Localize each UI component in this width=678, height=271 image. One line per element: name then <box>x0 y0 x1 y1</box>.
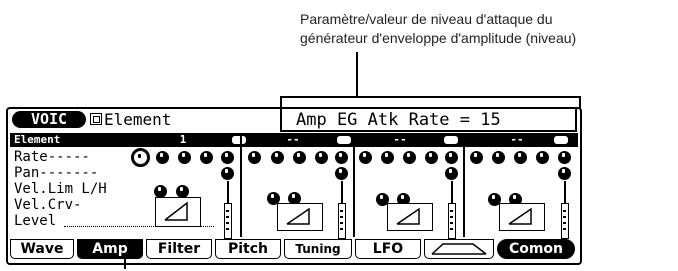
rate-knob[interactable] <box>359 151 372 164</box>
element-row-label: Element <box>14 133 61 146</box>
rate-knob[interactable] <box>178 151 191 164</box>
tab-pitch[interactable]: Pitch <box>215 239 281 259</box>
rate-knob[interactable] <box>558 151 571 164</box>
tab-wave[interactable]: Wave <box>10 239 74 259</box>
lcd-screen: VOIC Element Amp EG Atk Rate = 15 Elemen… <box>6 107 582 265</box>
rate-knob[interactable] <box>248 151 261 164</box>
annotation-line-1: Paramètre/valeur de niveau d'attaque du <box>300 11 553 27</box>
annotation-text: Paramètre/valeur de niveau d'attaque du … <box>300 10 670 48</box>
element-switch-3[interactable] <box>444 136 458 144</box>
slider-stem <box>564 181 566 203</box>
column-divider-2 <box>353 133 355 237</box>
pan-knob[interactable] <box>221 167 234 180</box>
element-switch-1[interactable] <box>232 136 246 144</box>
element-number-1: 1 <box>179 133 187 146</box>
mode-badge: VOIC <box>12 111 86 128</box>
rate-knob[interactable] <box>335 151 348 164</box>
rate-knob[interactable] <box>445 151 458 164</box>
rate-knob[interactable] <box>271 151 284 164</box>
level-slider[interactable] <box>224 203 232 239</box>
slider-stem <box>451 181 453 203</box>
pan-knob[interactable] <box>335 167 348 180</box>
element-number-4: -- <box>510 133 524 146</box>
level-slider[interactable] <box>448 203 456 239</box>
row-label-rate: Rate----- <box>14 149 90 165</box>
rate-knob[interactable] <box>514 151 527 164</box>
element-switch-2[interactable] <box>337 136 351 144</box>
rate-knob[interactable] <box>221 151 234 164</box>
tab-lfo[interactable]: LFO <box>355 239 421 259</box>
rate-knob[interactable] <box>381 151 394 164</box>
level-slider[interactable] <box>338 203 346 239</box>
element-number-2: -- <box>286 133 300 146</box>
annotation-line-2: générateur d'enveloppe d'amplitude (nive… <box>300 30 577 46</box>
annotation-bracket-right <box>579 96 581 108</box>
tab-bar: Wave Amp Filter Pitch Tuning LFO Comon <box>8 239 580 261</box>
tab-tuning[interactable]: Tuning <box>284 239 352 259</box>
rate-knob-selected[interactable] <box>131 148 150 167</box>
element-switch-4[interactable] <box>554 136 568 144</box>
row-label-vel-lim: Vel.Lim L/H <box>14 181 107 197</box>
slider-stem <box>227 181 229 203</box>
rate-knob[interactable] <box>200 151 213 164</box>
level-slider[interactable] <box>561 203 569 239</box>
screen-title: Element <box>104 110 172 129</box>
rate-knob[interactable] <box>536 151 549 164</box>
tab-filter[interactable]: Filter <box>146 239 212 259</box>
tab-envelope-shape[interactable] <box>424 239 494 259</box>
envelope-shape-icon <box>431 243 487 255</box>
pan-knob[interactable] <box>558 167 571 180</box>
row-label-level: Level <box>14 213 57 229</box>
tab-amp[interactable]: Amp <box>77 239 143 259</box>
parameter-display: Amp EG Atk Rate = 15 <box>280 109 577 132</box>
rate-knob[interactable] <box>293 151 306 164</box>
slider-stem <box>341 181 343 203</box>
row-label-vel-crv: Vel.Crv- <box>14 197 82 213</box>
tab-common[interactable]: Comon <box>497 239 575 259</box>
rate-knob[interactable] <box>315 151 328 164</box>
rate-knob[interactable] <box>425 151 438 164</box>
element-number-3: -- <box>393 133 407 146</box>
rate-knob[interactable] <box>470 151 483 164</box>
vel-curve-icon <box>396 207 420 225</box>
element-row: Element 1 -- -- -- <box>10 133 578 147</box>
annotation-leader-line <box>356 52 358 97</box>
rate-knob[interactable] <box>156 151 169 164</box>
pointer-line <box>124 255 126 269</box>
column-divider-3 <box>463 133 465 237</box>
pan-knob[interactable] <box>445 167 458 180</box>
column-divider-1 <box>240 133 242 237</box>
vel-curve-icon <box>286 207 310 225</box>
vel-curve-icon <box>508 207 532 225</box>
vel-curve-icon <box>164 201 188 221</box>
rate-knob[interactable] <box>403 151 416 164</box>
row-label-pan: Pan------- <box>14 165 99 181</box>
annotation-bracket <box>280 96 580 98</box>
rate-knob[interactable] <box>492 151 505 164</box>
lcd-header: VOIC Element Amp EG Atk Rate = 15 <box>8 109 580 132</box>
element-screen-icon <box>90 113 102 125</box>
